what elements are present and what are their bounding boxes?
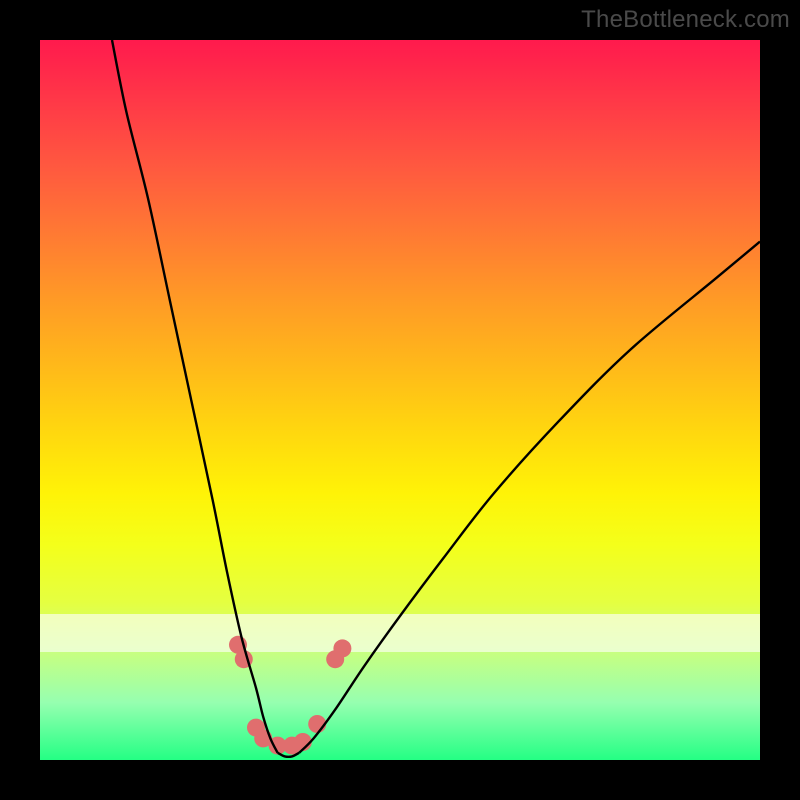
watermark-text: TheBottleneck.com (581, 6, 790, 34)
left-curve (112, 40, 278, 753)
curve-layer (40, 40, 760, 760)
right-curve (299, 242, 760, 753)
plot-area (40, 40, 760, 760)
marker-group (229, 636, 351, 755)
data-marker (333, 639, 351, 657)
chart-frame: TheBottleneck.com (0, 0, 800, 800)
